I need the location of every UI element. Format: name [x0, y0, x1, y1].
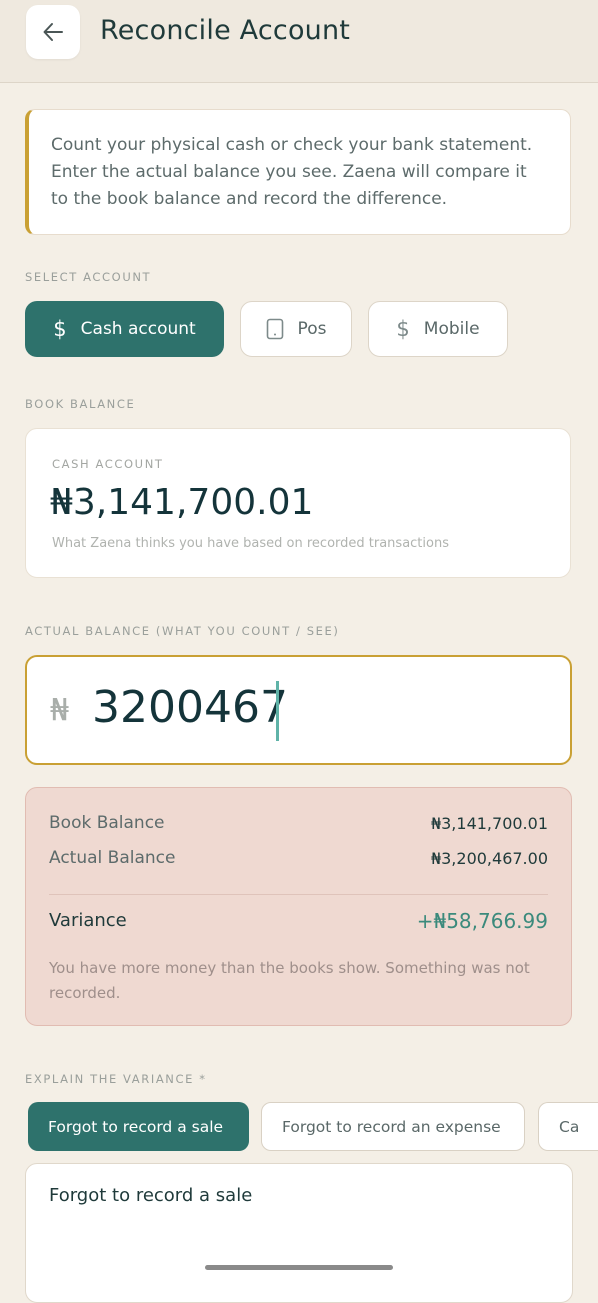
actual-balance-row-value: ₦3,200,467.00: [430, 849, 548, 868]
dollar-icon: $: [396, 317, 410, 341]
dollar-icon: $: [53, 317, 67, 341]
account-chip-label: Pos: [297, 319, 327, 339]
book-balance-label: BOOK BALANCE: [25, 397, 136, 411]
account-chip-cash[interactable]: $ Cash account: [25, 301, 224, 357]
account-chip-pos[interactable]: Pos: [240, 301, 352, 357]
app-header: Reconcile Account: [0, 0, 598, 83]
variance-value: +₦58,766.99: [416, 909, 548, 933]
actual-balance-input[interactable]: ₦ 3200467: [25, 655, 572, 765]
select-account-label: SELECT ACCOUNT: [25, 270, 152, 284]
actual-balance-value[interactable]: 3200467: [92, 682, 288, 733]
back-button[interactable]: [26, 5, 80, 59]
book-balance-amount: ₦3,141,700.01: [50, 482, 314, 523]
variance-label: Variance: [49, 910, 127, 931]
arrow-left-icon: [43, 23, 63, 41]
instructions-card: Count your physical cash or check your b…: [25, 109, 571, 235]
book-balance-hint: What Zaena thinks you have based on reco…: [52, 536, 449, 551]
divider: [49, 894, 548, 895]
currency-symbol: ₦: [50, 693, 70, 728]
book-balance-row-label: Book Balance: [49, 813, 165, 833]
home-indicator: [205, 1265, 393, 1270]
account-chip-label: Cash account: [80, 319, 196, 339]
actual-balance-label: ACTUAL BALANCE (WHAT YOU COUNT / SEE): [25, 624, 340, 638]
variance-note: You have more money than the books show.…: [49, 959, 530, 1002]
reason-chip-label: Forgot to record a sale: [48, 1117, 224, 1136]
book-balance-card: CASH ACCOUNT ₦3,141,700.01 What Zaena th…: [25, 428, 571, 578]
actual-balance-row-label: Actual Balance: [49, 848, 176, 868]
book-balance-row-value: ₦3,141,700.01: [430, 814, 548, 833]
book-balance-account-label: CASH ACCOUNT: [52, 457, 164, 471]
reason-chip-forgot-sale[interactable]: Forgot to record a sale: [28, 1102, 249, 1151]
page-title: Reconcile Account: [100, 15, 351, 46]
reason-chip-forgot-expense[interactable]: Forgot to record an expense: [261, 1102, 525, 1151]
reason-chip-other[interactable]: Ca: [538, 1102, 598, 1151]
variance-explanation-text[interactable]: Forgot to record a sale: [49, 1185, 252, 1206]
explain-variance-label: EXPLAIN THE VARIANCE *: [25, 1072, 207, 1086]
text-caret: [276, 681, 279, 741]
account-chip-label: Mobile: [423, 319, 480, 339]
variance-explanation-textarea[interactable]: Forgot to record a sale: [25, 1163, 573, 1303]
account-chip-mobile[interactable]: $ Mobile: [368, 301, 508, 357]
reason-chip-label: Forgot to record an expense: [282, 1117, 501, 1136]
card-reader-icon: [266, 318, 283, 340]
variance-summary-card: Book Balance ₦3,141,700.01 Actual Balanc…: [25, 787, 572, 1026]
reason-chip-label: Ca: [559, 1117, 580, 1136]
instructions-text: Count your physical cash or check your b…: [51, 135, 533, 209]
